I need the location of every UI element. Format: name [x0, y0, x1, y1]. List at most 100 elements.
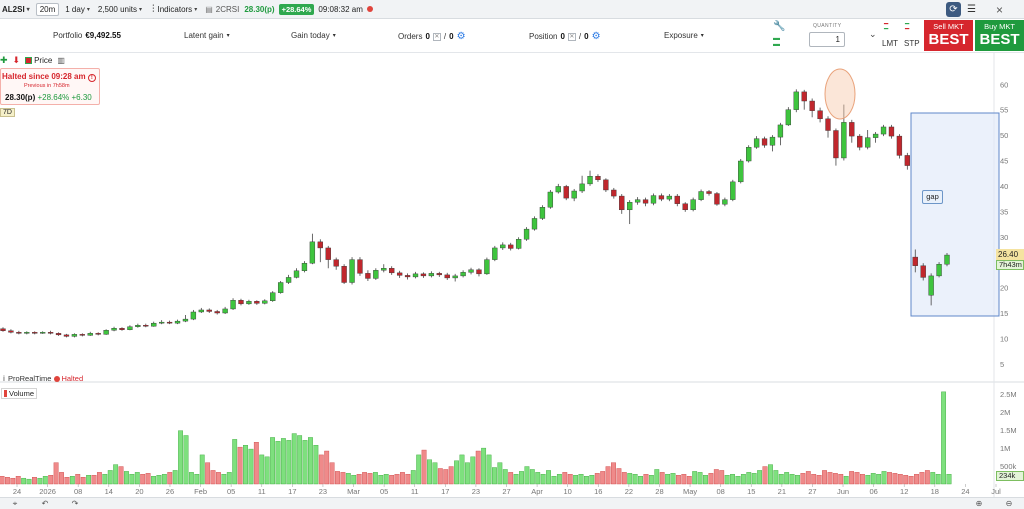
period-selector[interactable]: 1 day ▾ [65, 0, 90, 19]
close-icon[interactable]: × [992, 2, 1007, 17]
volume-legend[interactable]: Volume [1, 388, 38, 399]
symbol-label: AL2SI [2, 4, 25, 14]
volume-bar [324, 450, 330, 485]
interval-label: 20m [35, 2, 60, 16]
volume-bar [264, 456, 270, 485]
candle-down [317, 241, 323, 249]
candle-down [55, 333, 62, 336]
volume-bar [524, 466, 530, 485]
volume-bar [313, 445, 319, 485]
x-tick-label: Mar [347, 487, 360, 496]
buy-market-button[interactable]: Buy MKT BEST [975, 20, 1024, 51]
candle-up [277, 282, 284, 293]
chevron-down-icon[interactable]: ⌄ [869, 29, 877, 40]
candle-down [8, 330, 14, 333]
gain-today-menu[interactable]: Gain today ▾ [291, 31, 336, 40]
candle-up [103, 330, 109, 335]
candle-down [603, 179, 609, 191]
volume-bar [0, 476, 5, 485]
volume-bar [156, 475, 162, 485]
slash-sep: / [578, 32, 582, 41]
volume-bar [508, 472, 514, 485]
volume-bar [253, 442, 259, 485]
compare-symbol[interactable]: ▤ 2CRSI [205, 0, 239, 19]
volume-bar [676, 475, 681, 485]
volume-bar [454, 460, 459, 485]
limit-order-icon[interactable]: ━ ━ [884, 21, 888, 33]
portfolio-label: Portfolio [53, 31, 83, 40]
position-summary[interactable]: Position 0 ✕ / 0 ⚙ [529, 31, 601, 42]
volume-bar [26, 478, 32, 485]
stp-button[interactable]: STP [904, 39, 920, 48]
range-badge[interactable]: 7D [0, 108, 15, 117]
sell-market-button[interactable]: Sell MKT BEST [924, 20, 973, 51]
volume-bar [10, 477, 16, 485]
undo-icon[interactable]: ↶ [30, 499, 60, 508]
sync-icon[interactable]: ⟳ [946, 2, 961, 17]
volume-color-icon [4, 390, 7, 397]
candle-up [634, 199, 641, 203]
halted-status: Halted [54, 374, 83, 383]
indicators-menu[interactable]: ⫶ Indicators ▾ [152, 0, 197, 19]
lmt-button[interactable]: LMT [882, 39, 898, 48]
volume-bar [594, 473, 600, 485]
orders-count-b: 0 [449, 32, 454, 41]
buy-arrow-icon[interactable]: ✚ [0, 55, 8, 66]
order-lines-icon[interactable]: ▬ ▬ [773, 35, 780, 48]
candle-up [738, 160, 744, 183]
volume-bar [118, 466, 124, 485]
period-label: 1 day [65, 4, 85, 14]
units-label: 2,500 units [97, 4, 137, 14]
gap-annotation[interactable]: gap [922, 190, 943, 204]
volume-bar [832, 473, 838, 485]
volume-bar [107, 470, 113, 485]
volume-bar [941, 391, 947, 485]
quantity-input[interactable]: 1 [809, 32, 845, 47]
candle-up [198, 309, 204, 313]
volume-bar [216, 472, 221, 485]
volume-bar [546, 470, 551, 485]
volume-tick-label: 1.5M [1000, 426, 1017, 435]
candle-up [746, 147, 752, 162]
orders-summary[interactable]: Orders 0 ✕ / 0 ⚙ [398, 31, 466, 42]
volume-bar [529, 469, 535, 485]
y-tick-label: 60 [1000, 80, 1008, 89]
price-chart[interactable]: 605550454035302520151052.5M2M1.5M1M500k2… [0, 53, 1024, 497]
sell-arrow-icon[interactable]: ⬇ [13, 55, 21, 66]
wrench-icon[interactable]: 🔧 [773, 21, 785, 32]
gear-icon[interactable]: ⚙ [592, 31, 601, 42]
units-selector[interactable]: 2,500 units ▾ [98, 0, 142, 19]
stop-order-icon[interactable]: ━ ━ [905, 21, 909, 33]
candle-down [238, 300, 244, 305]
volume-bar [773, 470, 779, 485]
volume-bar [367, 473, 373, 485]
exposure-menu[interactable]: Exposure ▾ [664, 31, 704, 40]
candle-up [722, 199, 728, 205]
candle-down [47, 332, 54, 334]
candle-up [928, 275, 934, 296]
candle-up [730, 181, 736, 200]
candle-up [373, 270, 379, 279]
y-tick-label: 50 [1000, 131, 1008, 140]
volume-bar [383, 474, 389, 485]
portfolio[interactable]: Portfolio €9,492.55 [53, 31, 121, 40]
candle-down [325, 247, 331, 260]
zoom-out-icon[interactable]: ⊖ [994, 499, 1024, 508]
candle-down [857, 135, 863, 148]
candle-up [865, 137, 871, 148]
symbol-selector[interactable]: AL2SI ▾ [2, 0, 30, 19]
latent-gain-menu[interactable]: Latent gain ▾ [184, 31, 230, 40]
zoom-in-icon[interactable]: ⊕ [964, 499, 994, 508]
price-toggle[interactable]: Price [25, 56, 52, 65]
candle-up [539, 207, 546, 219]
bar-chart-icon[interactable]: ▥ [57, 56, 65, 65]
cursor-icon[interactable]: ⌖ [0, 499, 30, 509]
indicators-icon: ⫶ [152, 3, 155, 15]
interval-selector[interactable]: 20m [35, 0, 60, 19]
candle-down [833, 130, 839, 159]
hamburger-menu-icon[interactable]: ☰ [964, 2, 979, 17]
redo-icon[interactable]: ↷ [60, 499, 90, 508]
candle-down [714, 193, 720, 205]
gear-icon[interactable]: ⚙ [457, 31, 466, 42]
volume-bar [80, 477, 86, 485]
